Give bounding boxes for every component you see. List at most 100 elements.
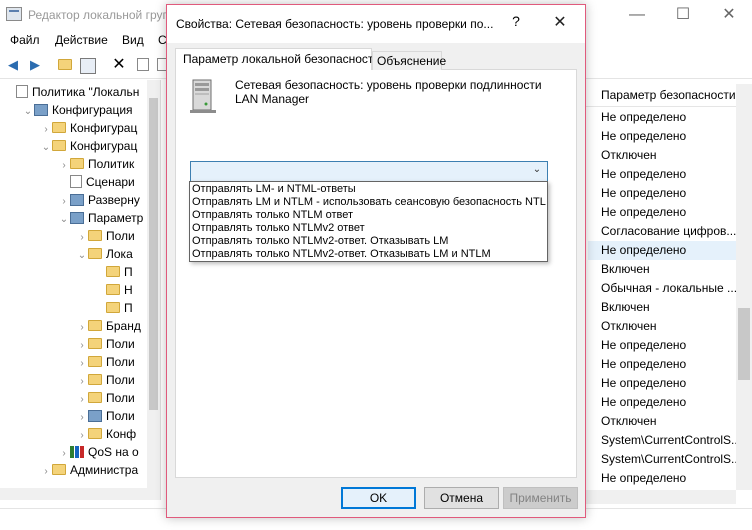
back-arrow-icon[interactable]: ◀ [4, 56, 22, 74]
tree-item-label: Конф [106, 427, 137, 441]
cancel-button[interactable]: Отмена [424, 487, 499, 509]
chevron-down-icon[interactable]: ⌄ [76, 247, 88, 265]
list-column-header-label: Параметр безопасности [601, 88, 736, 102]
folder-icon [52, 140, 66, 151]
folder-icon [88, 392, 102, 403]
tree-item[interactable]: П [94, 263, 133, 281]
list-row-value[interactable]: System\CurrentControlS... [601, 450, 741, 469]
tree-scrollbar-thumb[interactable] [149, 98, 158, 410]
list-row-value[interactable]: Отключен [601, 412, 657, 431]
tree-item[interactable]: › Политик [58, 155, 134, 173]
auth-level-combobox[interactable] [190, 161, 548, 182]
dropdown-option[interactable]: Отправлять только NTLMv2-ответ. Отказыва… [192, 235, 546, 248]
forward-arrow-icon[interactable]: ▶ [26, 56, 44, 74]
tree-item[interactable]: Политика "Локальн [4, 83, 139, 101]
list-horizontal-scrollbar[interactable] [586, 490, 736, 504]
close-button[interactable]: ✕ [706, 0, 752, 30]
tree-item-label: Поли [106, 373, 135, 387]
ok-button[interactable]: OK [341, 487, 416, 509]
delete-icon[interactable]: ✕ [110, 56, 128, 74]
tree-item[interactable]: Н [94, 281, 133, 299]
folder-icon [88, 338, 102, 349]
folder-icon [52, 464, 66, 475]
dropdown-option[interactable]: Отправлять только NTLMv2 ответ [192, 222, 546, 235]
list-row-value[interactable]: Отключен [601, 146, 657, 165]
tree-item[interactable]: ⌄ Лока [76, 245, 133, 263]
list-row-value[interactable]: Не определено [601, 355, 686, 374]
list-row-value[interactable]: Не определено [601, 108, 686, 127]
list-row-value[interactable]: Не определено [601, 374, 686, 393]
chevron-down-icon[interactable]: ⌄ [530, 164, 544, 175]
show-tree-icon[interactable] [80, 58, 96, 74]
dropdown-option[interactable]: Отправлять LM- и NTML-ответы [192, 183, 546, 196]
list-row-value[interactable]: Не определено [601, 184, 686, 203]
list-row-value[interactable]: Не определено [601, 165, 686, 184]
tree-horizontal-scrollbar[interactable] [0, 488, 160, 500]
list-row-value[interactable]: Включен [601, 260, 650, 279]
tree-item[interactable]: › Разверну [58, 191, 140, 209]
tree-item[interactable]: П [94, 299, 133, 317]
menu-action[interactable]: Действие [55, 33, 108, 47]
list-row-value[interactable]: Не определено [601, 469, 686, 488]
tree-item[interactable]: › Бранд [76, 317, 141, 335]
chevron-right-icon[interactable]: › [40, 463, 52, 481]
menu-view[interactable]: Вид [122, 33, 144, 47]
computer-icon [88, 410, 102, 422]
tree-item-label: Поли [106, 229, 135, 243]
tree-item[interactable]: Сценари [58, 173, 135, 191]
list-row-value[interactable]: Не определено [601, 127, 686, 146]
tree-item-label: Политика "Локальн [32, 85, 140, 99]
tree-item[interactable]: › Поли [76, 389, 134, 407]
tree-item[interactable]: ⌄ Конфигурация [22, 101, 133, 119]
tree-item[interactable]: ⌄ Конфигурац [40, 137, 138, 157]
chevron-down-icon[interactable]: ⌄ [22, 103, 34, 121]
properties-icon[interactable] [134, 56, 152, 74]
tree-item[interactable]: ⌄ Параметр [58, 209, 144, 229]
list-row-value[interactable]: Не определено [601, 336, 686, 355]
tree-item[interactable]: › Поли [76, 407, 134, 425]
chevron-down-icon[interactable]: ⌄ [58, 211, 70, 229]
tree-item[interactable]: › Поли [76, 227, 135, 245]
tree-item[interactable]: › Администра [40, 461, 138, 479]
list-row-value[interactable]: Не определено [601, 241, 686, 260]
tree-item-label: Конфигурац [70, 121, 138, 135]
folder-icon [106, 302, 120, 313]
tab-explanation-label: Объяснение [377, 54, 447, 68]
maximize-button[interactable]: ☐ [660, 0, 706, 30]
tree-item[interactable]: › Поли [76, 335, 134, 353]
list-row-value[interactable]: Обычная - локальные ... [601, 279, 737, 298]
dropdown-option[interactable]: Отправлять только NTLM ответ [192, 209, 546, 222]
list-row-value[interactable]: System\CurrentControlS... [601, 431, 741, 450]
list-row-value[interactable]: Согласование цифров... [601, 222, 736, 241]
list-row-value[interactable]: Включен [601, 298, 650, 317]
tree-item-label: QoS на о [88, 445, 139, 459]
dropdown-option[interactable]: Отправлять LM и NTLM - использовать сеан… [192, 196, 546, 209]
list-scrollbar-thumb[interactable] [738, 308, 750, 380]
folder-icon [52, 122, 66, 133]
help-button[interactable]: ? [506, 13, 526, 29]
minimize-button[interactable]: — [614, 0, 660, 30]
chevron-down-icon[interactable]: ⌄ [40, 139, 52, 157]
folder-icon [88, 248, 102, 259]
apply-button[interactable]: Применить [503, 487, 578, 509]
tree-item[interactable]: › Конфигурац [40, 119, 137, 137]
tree-item-label: Сценари [86, 175, 135, 189]
list-row-value[interactable]: Не определено [601, 203, 686, 222]
menu-file[interactable]: Файл [10, 33, 40, 47]
dropdown-option[interactable]: Отправлять только NTLMv2-ответ. Отказыва… [192, 248, 546, 261]
tree-item[interactable]: › QoS на о [58, 443, 139, 461]
list-vertical-scrollbar[interactable] [736, 84, 752, 490]
tree-item[interactable]: › Поли [76, 371, 135, 389]
list-row-value[interactable]: Отключен [601, 317, 657, 336]
tree-item-label: Разверну [88, 193, 140, 207]
tree-item-label: Лока [106, 247, 133, 261]
dialog-title: Свойства: Сетевая безопасность: уровень … [176, 17, 494, 31]
tree-item-label: Н [124, 283, 133, 297]
list-row-value[interactable]: Не определено [601, 393, 686, 412]
tree-item[interactable]: › Конф [76, 425, 136, 443]
up-folder-icon[interactable] [56, 56, 74, 74]
tree-item[interactable]: › Поли [76, 353, 134, 371]
group-policy-editor-icon [6, 7, 22, 21]
dialog-close-button[interactable]: ✕ [550, 12, 570, 32]
tree-item-label: Администра [70, 463, 139, 477]
